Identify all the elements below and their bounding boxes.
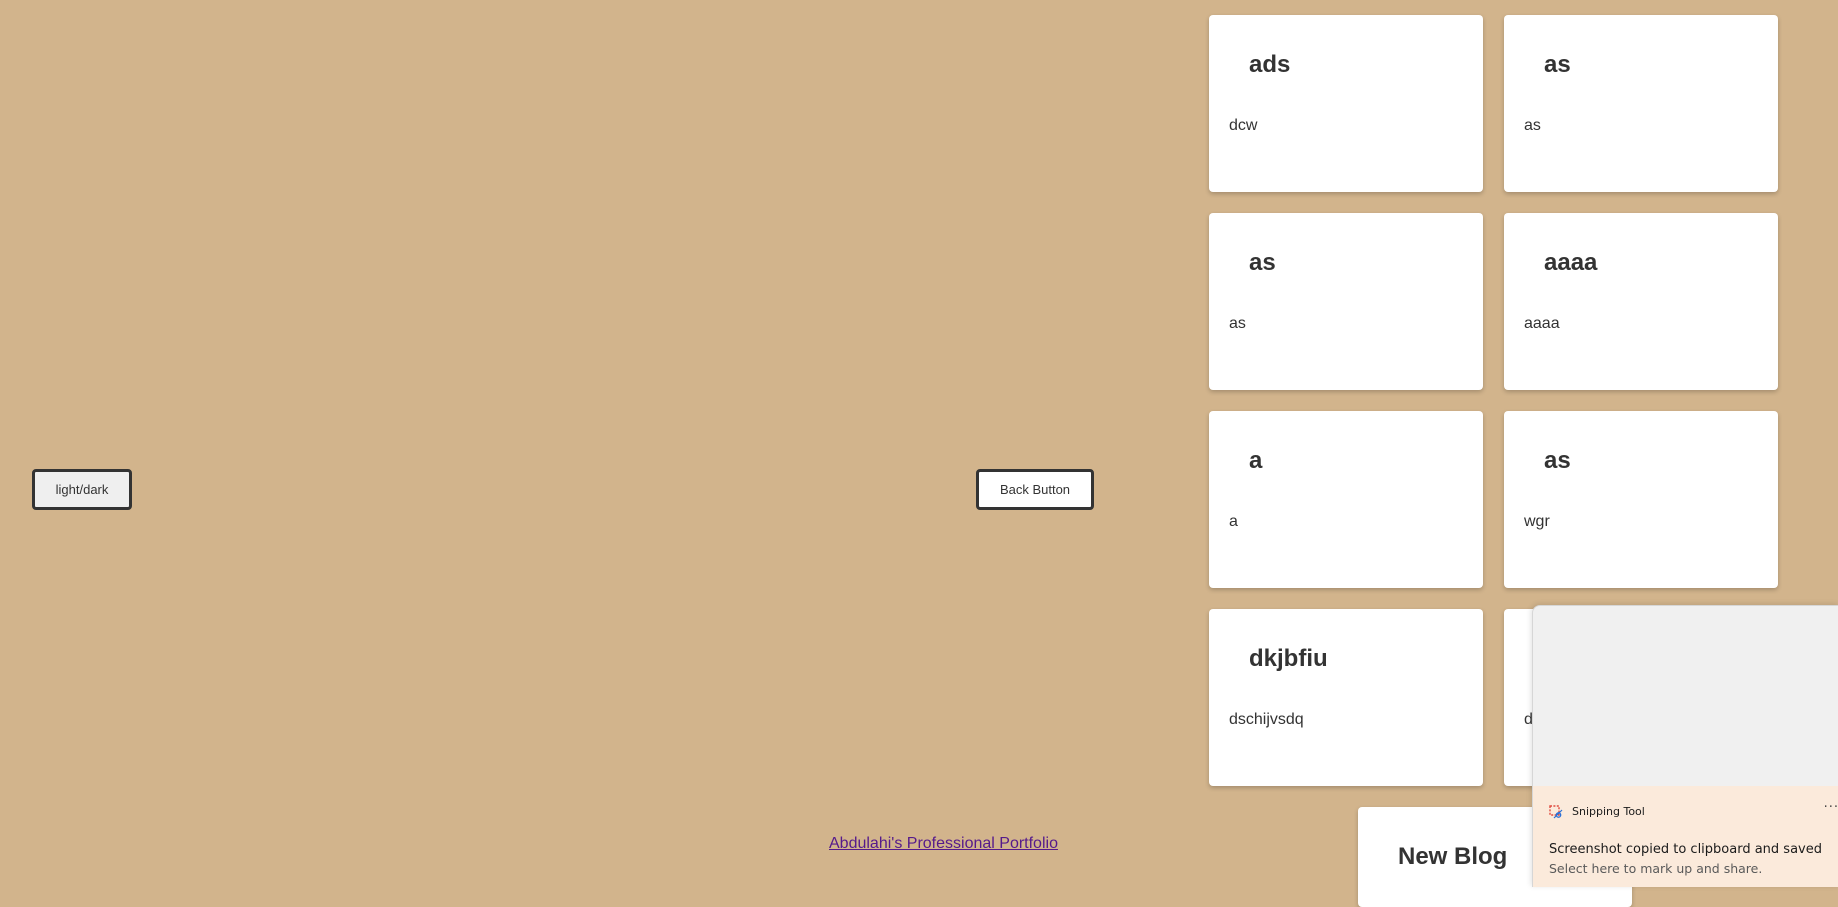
notification-app-name: Snipping Tool: [1572, 805, 1645, 818]
blog-card[interactable]: as wgr: [1504, 411, 1778, 588]
notification-subtitle: Select here to mark up and share.: [1549, 861, 1763, 876]
snipping-tool-notification[interactable]: Snipping Tool ··· Screenshot copied to c…: [1532, 605, 1838, 887]
blog-card[interactable]: as as: [1209, 213, 1483, 390]
blog-card[interactable]: aaaa aaaa: [1504, 213, 1778, 390]
blog-card[interactable]: dkjbfiu dschijvsdq: [1209, 609, 1483, 786]
back-button[interactable]: Back Button: [976, 469, 1094, 510]
blog-card-title: aaaa: [1544, 249, 1598, 276]
blog-card-title: dkjbfiu: [1249, 645, 1328, 672]
blog-card[interactable]: a a: [1209, 411, 1483, 588]
blog-card-body: aaaa: [1524, 315, 1560, 332]
blog-card-body: as: [1229, 315, 1246, 332]
new-blog-title: New Blog: [1398, 843, 1508, 870]
blog-card-body: dcw: [1229, 117, 1258, 134]
portfolio-link[interactable]: Abdulahi's Professional Portfolio: [829, 835, 1058, 853]
blog-card-body: as: [1524, 117, 1541, 134]
blog-card[interactable]: ads dcw: [1209, 15, 1483, 192]
notification-body[interactable]: Snipping Tool ··· Screenshot copied to c…: [1533, 786, 1838, 887]
snipping-tool-icon: [1549, 805, 1563, 819]
blog-card-title: as: [1249, 249, 1276, 276]
notification-title: Screenshot copied to clipboard and saved: [1549, 842, 1822, 857]
blog-card[interactable]: as as: [1504, 15, 1778, 192]
theme-toggle-button[interactable]: light/dark: [32, 469, 132, 510]
more-options-icon[interactable]: ···: [1824, 800, 1838, 815]
blog-card-body: wgr: [1524, 513, 1550, 530]
blog-card-title: as: [1544, 51, 1571, 78]
blog-card-body: a: [1229, 513, 1238, 530]
blog-card-title: as: [1544, 447, 1571, 474]
blog-card-body: dschijvsdq: [1229, 711, 1304, 728]
blog-card-title: a: [1249, 447, 1263, 474]
blog-card-title: ads: [1249, 51, 1291, 78]
